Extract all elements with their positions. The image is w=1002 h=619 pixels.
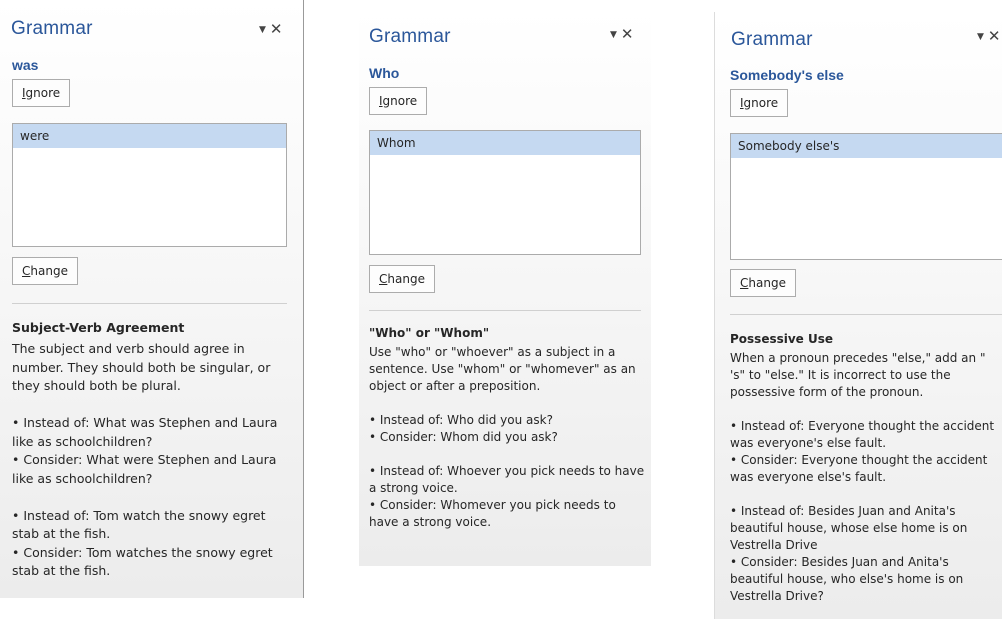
ignore-button[interactable]: Ignore <box>369 87 428 115</box>
ignore-label: gnore <box>382 94 418 108</box>
error-word: Somebody's else <box>730 67 844 83</box>
example-instead: • Instead of: Besides Juan and Anita's b… <box>730 504 968 552</box>
example-consider: • Consider: Whomever you pick needs to h… <box>369 498 616 529</box>
pane-controls: ▼ ✕ <box>977 27 1001 45</box>
divider <box>730 314 1002 315</box>
change-label: hange <box>30 264 68 278</box>
rule-explanation: Use "who" or "whoever" as a subject in a… <box>369 345 636 393</box>
example-consider: • Consider: Whom did you ask? <box>369 430 558 444</box>
suggestions-list[interactable]: were <box>12 123 287 247</box>
example-instead: • Instead of: What was Stephen and Laura… <box>12 415 278 449</box>
dropdown-arrow-icon[interactable]: ▼ <box>610 30 617 40</box>
example-instead: • Instead of: Tom watch the snowy egret … <box>12 507 266 542</box>
ignore-label: gnore <box>25 86 61 100</box>
change-label: hange <box>387 272 425 286</box>
suggestions-list[interactable]: Whom <box>369 130 641 255</box>
suggestion-item[interactable]: Whom <box>370 131 640 155</box>
dropdown-arrow-icon[interactable]: ▼ <box>977 32 984 42</box>
change-button[interactable]: Change <box>12 257 78 285</box>
change-button[interactable]: Change <box>369 265 435 293</box>
pane-title: Grammar <box>11 18 93 39</box>
example-consider: • Consider: Besides Juan and Anita's bea… <box>730 555 964 603</box>
ignore-button[interactable]: Ignore <box>12 79 71 107</box>
suggestions-list[interactable]: Somebody else's <box>730 133 1002 260</box>
dropdown-arrow-icon[interactable]: ▼ <box>259 25 266 35</box>
divider <box>369 310 641 311</box>
pane-controls: ▼ ✕ <box>610 25 634 43</box>
error-word: Who <box>369 65 400 81</box>
rule-description: Use "who" or "whoever" as a subject in a… <box>369 344 645 531</box>
divider <box>12 303 287 304</box>
example-instead: • Instead of: Who did you ask? <box>369 413 553 427</box>
close-icon[interactable]: ✕ <box>988 27 1001 45</box>
suggestion-item[interactable]: were <box>13 124 286 148</box>
error-word: was <box>12 57 39 73</box>
example-consider: • Consider: Everyone thought the acciden… <box>730 453 988 484</box>
suggestion-item[interactable]: Somebody else's <box>731 134 1002 158</box>
pane-title: Grammar <box>369 26 451 47</box>
example-consider: • Consider: Tom watches the snowy egret … <box>12 544 273 579</box>
rule-description: When a pronoun precedes "else," add an "… <box>730 350 1002 605</box>
change-button[interactable]: Change <box>730 269 796 297</box>
rule-title: Possessive Use <box>730 332 834 346</box>
rule-explanation: When a pronoun precedes "else," add an "… <box>730 351 986 399</box>
example-instead: • Instead of: Whoever you pick needs to … <box>369 464 645 495</box>
rule-title: Subject-Verb Agreement <box>12 320 185 335</box>
ignore-button[interactable]: Ignore <box>730 89 789 117</box>
grammar-pane-3: Grammar ▼ ✕ Somebody's else Ignore Somebo… <box>714 12 1002 619</box>
grammar-pane-2: Grammar ▼ ✕ Who Ignore Whom Change "Who" … <box>359 10 651 566</box>
ignore-label: gnore <box>743 96 779 110</box>
example-consider: • Consider: What were Stephen and Laura … <box>12 452 277 486</box>
pane-title: Grammar <box>731 29 813 50</box>
rule-title: "Who" or "Whom" <box>369 326 490 340</box>
close-icon[interactable]: ✕ <box>270 20 283 38</box>
rule-description: The subject and verb should agree in num… <box>12 340 290 581</box>
example-instead: • Instead of: Everyone thought the accid… <box>730 419 995 450</box>
close-icon[interactable]: ✕ <box>621 25 634 43</box>
pane-controls: ▼ ✕ <box>259 20 283 38</box>
change-label: hange <box>748 276 786 290</box>
rule-explanation: The subject and verb should agree in num… <box>12 341 271 393</box>
grammar-pane-1: Grammar ▼ ✕ was Ignore were Change Subjec… <box>0 0 304 598</box>
